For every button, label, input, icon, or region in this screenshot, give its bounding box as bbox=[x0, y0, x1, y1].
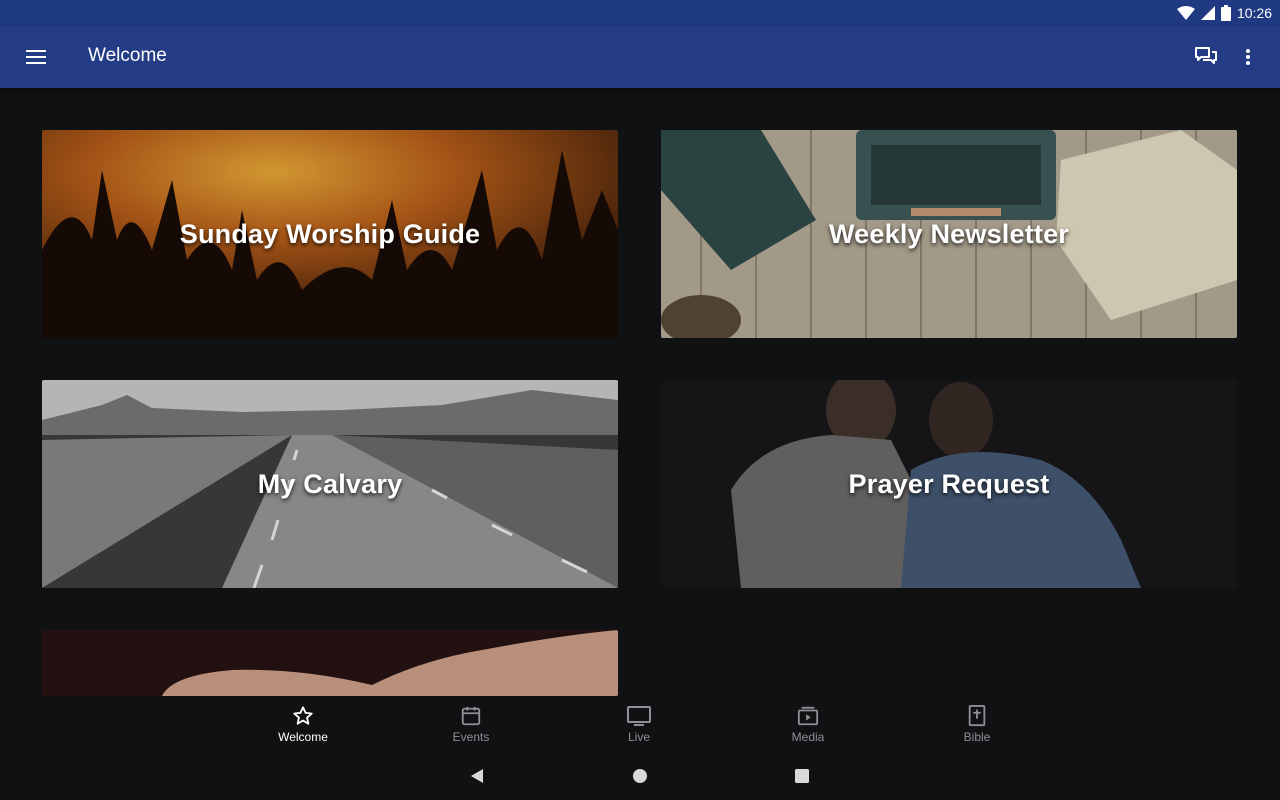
chat-button[interactable] bbox=[1190, 41, 1222, 73]
home-icon bbox=[633, 769, 647, 783]
hands-image bbox=[42, 630, 618, 696]
status-time: 10:26 bbox=[1236, 5, 1272, 21]
status-icons: 10:26 bbox=[1176, 3, 1272, 23]
signal-icon bbox=[1200, 6, 1215, 20]
tile-prayer-request[interactable]: Prayer Request bbox=[661, 380, 1237, 588]
menu-button[interactable] bbox=[20, 41, 52, 73]
hamburger-icon bbox=[26, 50, 46, 64]
home-button[interactable] bbox=[628, 764, 652, 788]
tile-label: Weekly Newsletter bbox=[828, 218, 1070, 249]
tv-icon bbox=[627, 706, 651, 726]
tile-label: Prayer Request bbox=[848, 468, 1050, 499]
calendar-icon bbox=[461, 706, 481, 726]
system-navigation bbox=[0, 752, 1280, 800]
nav-label: Live bbox=[627, 730, 650, 744]
back-button[interactable] bbox=[465, 764, 489, 788]
content-grid: Sunday Worship Guide Weekly Newsletter M… bbox=[0, 88, 1280, 696]
nav-label: Bible bbox=[963, 730, 991, 744]
more-options-button[interactable] bbox=[1232, 41, 1264, 73]
chat-icon bbox=[1195, 47, 1217, 64]
bottom-navigation: Welcome Events Live Media Bible bbox=[0, 696, 1280, 752]
tile-partial-hands[interactable] bbox=[42, 630, 618, 696]
recents-button[interactable] bbox=[790, 764, 814, 788]
page-title: Welcome bbox=[88, 45, 167, 66]
more-vert-icon bbox=[1246, 49, 1250, 65]
tile-label: Sunday Worship Guide bbox=[179, 218, 481, 249]
tile-label: My Calvary bbox=[257, 468, 403, 499]
tile-my-calvary[interactable]: My Calvary bbox=[42, 380, 618, 588]
nav-bible[interactable]: Bible bbox=[922, 696, 1032, 752]
nav-label: Welcome bbox=[278, 730, 328, 744]
tile-sunday-worship-guide[interactable]: Sunday Worship Guide bbox=[42, 130, 618, 338]
back-icon bbox=[471, 769, 483, 783]
nav-media[interactable]: Media bbox=[753, 696, 863, 752]
nav-welcome[interactable]: Welcome bbox=[248, 696, 358, 752]
nav-live[interactable]: Live bbox=[584, 696, 694, 752]
tile-weekly-newsletter[interactable]: Weekly Newsletter bbox=[661, 130, 1237, 338]
star-icon bbox=[293, 706, 313, 725]
battery-icon bbox=[1220, 5, 1231, 21]
recents-icon bbox=[795, 769, 809, 783]
nav-events[interactable]: Events bbox=[416, 696, 526, 752]
app-bar: Welcome bbox=[0, 26, 1280, 88]
nav-label: Events bbox=[452, 730, 490, 744]
wifi-icon bbox=[1176, 6, 1195, 20]
bible-icon bbox=[968, 705, 986, 727]
status-bar: 10:26 bbox=[0, 0, 1280, 26]
media-icon bbox=[797, 706, 819, 726]
nav-label: Media bbox=[791, 730, 825, 744]
